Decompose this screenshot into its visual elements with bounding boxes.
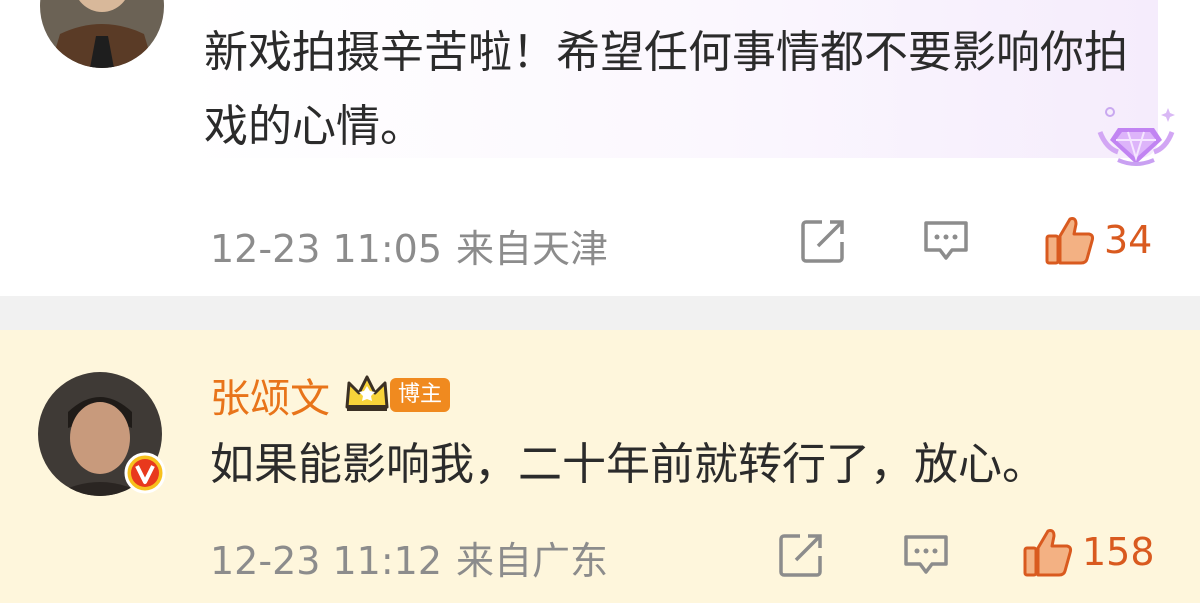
thumbs-up-icon [1045,217,1095,265]
comment-date: 12-23 11:05 [210,227,443,271]
gem-badge-icon [1096,104,1176,172]
username[interactable]: 张颂文 [210,366,330,424]
comment-separator [0,296,1200,330]
comment-item: 新戏拍摄辛苦啦！希望任何事情都不要影响你拍戏的心情。 12-23 11:05 来自… [0,0,1200,296]
like-count: 34 [1104,218,1153,262]
share-icon[interactable] [800,218,846,268]
like-button[interactable]: 158 [1022,526,1155,578]
like-button[interactable]: 34 [1044,214,1152,266]
crown-icon [344,373,390,417]
thumbs-up-icon [1023,529,1073,577]
role-badge: 博主 [390,378,451,412]
comment-date: 12-23 11:12 [210,539,443,583]
avatar[interactable] [40,0,164,68]
comment-text: 新戏拍摄辛苦啦！希望任何事情都不要影响你拍戏的心情。 [204,27,1128,152]
like-count: 158 [1082,530,1155,574]
comment-location: 来自天津 [456,227,609,271]
comment-meta: 12-23 11:05 来自天津 [210,218,608,273]
comment-author: 张颂文 博主 [210,366,451,424]
comment-icon[interactable] [922,218,970,268]
comment-location: 来自广东 [456,539,609,583]
verified-v-icon [124,452,166,498]
comment-item: 张颂文 博主 如果能影响我，二十年前就转行了，放心。 12-23 11:12 来自… [0,330,1200,603]
share-icon[interactable] [778,532,824,582]
comment-meta: 12-23 11:12 来自广东 [210,530,608,585]
comment-text: 如果能影响我，二十年前就转行了，放心。 [210,439,1046,490]
comment-icon[interactable] [902,532,950,582]
